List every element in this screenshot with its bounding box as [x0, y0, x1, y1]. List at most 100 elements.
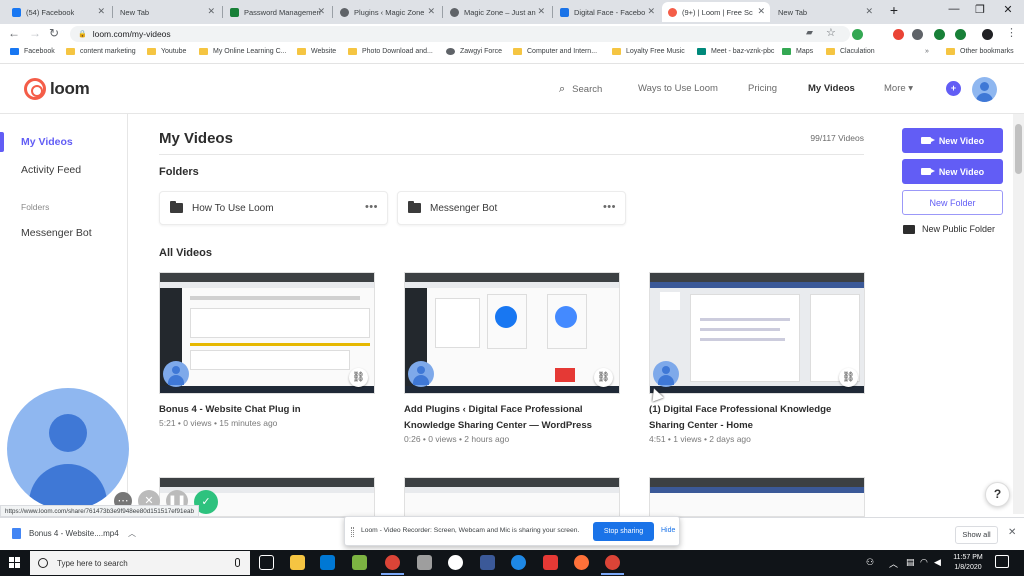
close-icon[interactable]: ✕: [537, 6, 545, 17]
chrome-icon[interactable]: [601, 555, 624, 575]
more-options-icon[interactable]: •••: [603, 201, 616, 213]
minimize-icon[interactable]: —: [944, 3, 964, 15]
nav-my-videos[interactable]: My Videos: [808, 83, 855, 94]
new-tab-plus-icon[interactable]: +: [884, 2, 904, 18]
download-item[interactable]: Bonus 4 - Website....mp4: [12, 528, 119, 539]
close-icon[interactable]: ✕: [1008, 527, 1016, 538]
store-icon[interactable]: [320, 555, 335, 570]
webcam-bubble[interactable]: [7, 388, 129, 510]
tab-new-tab[interactable]: New Tab ✕: [114, 2, 220, 22]
volume-icon[interactable]: ◀: [934, 557, 941, 568]
nav-more[interactable]: More ▾: [884, 83, 913, 94]
tray-chevron-icon[interactable]: ︿: [889, 557, 898, 570]
bookmark-photo-download[interactable]: Photo Download and...: [348, 48, 433, 55]
folder-card-messenger-bot[interactable]: Messenger Bot •••: [397, 191, 626, 225]
close-icon[interactable]: ✕: [865, 6, 873, 17]
bookmark-online-learning[interactable]: My Online Learning C...: [199, 48, 287, 55]
microphone-icon[interactable]: [235, 558, 240, 567]
extension-icon[interactable]: [912, 29, 923, 40]
video-thumbnail[interactable]: [649, 477, 865, 517]
people-icon[interactable]: ⚇: [866, 557, 874, 568]
profile-avatar-icon[interactable]: [982, 29, 993, 40]
sidebar-item-activity-feed[interactable]: Activity Feed: [21, 164, 81, 176]
bookmarks-overflow-icon[interactable]: »: [925, 48, 929, 55]
camera-icon[interactable]: ▰: [806, 27, 813, 38]
new-video-button[interactable]: New Video: [902, 128, 1003, 153]
help-button[interactable]: ?: [985, 482, 1010, 507]
tab-new-tab-2[interactable]: New Tab ✕: [772, 2, 878, 22]
copy-link-icon[interactable]: ⛓: [594, 368, 613, 387]
extension-icon[interactable]: [893, 29, 904, 40]
bookmark-website[interactable]: Website: [297, 48, 336, 55]
file-explorer-icon[interactable]: [290, 555, 305, 570]
bookmark-zawgyi[interactable]: Zawgyi Force: [446, 48, 502, 55]
bookmark-music[interactable]: Loyalty Free Music: [612, 48, 685, 55]
loom-logo[interactable]: loom: [24, 78, 90, 100]
video-thumbnail[interactable]: ⛓: [404, 272, 620, 394]
show-all-button[interactable]: Show all: [955, 526, 998, 544]
video-title[interactable]: Bonus 4 - Website Chat Plug in: [159, 402, 389, 418]
upgrade-plus-icon[interactable]: +: [946, 81, 961, 96]
bookmark-claculation[interactable]: Claculation: [826, 48, 875, 55]
bookmark-youtube[interactable]: Youtube: [147, 48, 186, 55]
user-avatar[interactable]: [972, 77, 997, 102]
tab-loom[interactable]: (9+) | Loom | Free Sc ✕: [662, 2, 770, 22]
hide-button[interactable]: Hide: [661, 527, 675, 534]
wifi-icon[interactable]: ◠: [920, 557, 928, 568]
extension-icon[interactable]: [852, 29, 863, 40]
tab-magic-zone[interactable]: Magic Zone – Just an ✕: [444, 2, 550, 22]
notification-icon[interactable]: [995, 555, 1009, 568]
new-video-button-2[interactable]: New Video: [902, 159, 1003, 184]
nav-pricing[interactable]: Pricing: [748, 83, 777, 94]
forward-icon[interactable]: →: [29, 26, 41, 40]
bookmark-meet[interactable]: Meet - baz-vznk-pbc: [697, 48, 774, 55]
sidebar-item-my-videos[interactable]: My Videos: [21, 136, 73, 148]
app-icon[interactable]: [417, 555, 432, 570]
app-icon[interactable]: [448, 555, 463, 570]
app-icon[interactable]: [511, 555, 526, 570]
close-icon[interactable]: ✕: [647, 6, 655, 17]
video-thumbnail[interactable]: ⛓: [649, 272, 865, 394]
task-view-icon[interactable]: [259, 555, 274, 570]
close-icon[interactable]: ✕: [427, 6, 435, 17]
app-icon[interactable]: [352, 555, 367, 570]
extension-icon[interactable]: [955, 29, 966, 40]
maximize-icon[interactable]: ❐: [970, 3, 990, 16]
menu-kebab-icon[interactable]: ⋮: [1006, 26, 1017, 39]
bookmark-computer[interactable]: Computer and Intern...: [513, 48, 597, 55]
video-title[interactable]: Add Plugins ‹ Digital Face Professional …: [404, 402, 634, 434]
bookmark-content-marketing[interactable]: content marketing: [66, 48, 136, 55]
back-icon[interactable]: ←: [8, 26, 20, 40]
tab-facebook[interactable]: (54) Facebook ✕: [6, 2, 110, 22]
stop-sharing-button[interactable]: Stop sharing: [593, 522, 654, 541]
close-icon[interactable]: ✕: [757, 6, 765, 17]
close-icon[interactable]: ✕: [317, 6, 325, 17]
sidebar-item-messenger-bot[interactable]: Messenger Bot: [21, 227, 92, 239]
search-link[interactable]: ⌕ Search: [559, 83, 602, 96]
folder-card-how-to-use-loom[interactable]: How To Use Loom •••: [159, 191, 388, 225]
scrollbar-thumb[interactable]: [1015, 124, 1022, 174]
copy-link-icon[interactable]: ⛓: [349, 368, 368, 387]
app-icon[interactable]: [543, 555, 558, 570]
taskbar-search-box[interactable]: Type here to search: [30, 551, 250, 575]
video-card[interactable]: ⛓ Bonus 4 - Website Chat Plug in 5:21 • …: [159, 272, 375, 432]
video-title[interactable]: (1) Digital Face Professional Knowledge …: [649, 402, 859, 434]
video-thumbnail[interactable]: ⛓: [159, 272, 375, 394]
window-close-icon[interactable]: ✕: [998, 3, 1018, 16]
windows-start-icon[interactable]: [9, 557, 21, 569]
chevron-up-icon[interactable]: ︿: [128, 528, 136, 539]
video-thumbnail[interactable]: [404, 477, 620, 517]
video-card[interactable]: ⛓ Add Plugins ‹ Digital Face Professiona…: [404, 272, 620, 447]
bookmark-facebook[interactable]: Facebook: [10, 48, 55, 55]
firefox-icon[interactable]: [574, 555, 589, 570]
extension-icon[interactable]: [934, 29, 945, 40]
copy-link-icon[interactable]: ⛓: [839, 368, 858, 387]
video-card[interactable]: ⛓ (1) Digital Face Professional Knowledg…: [649, 272, 865, 447]
new-folder-button[interactable]: New Folder: [902, 190, 1003, 215]
reload-icon[interactable]: ↻: [49, 26, 59, 40]
app-icon[interactable]: [480, 555, 495, 570]
more-options-icon[interactable]: •••: [365, 201, 378, 213]
network-icon[interactable]: ▤: [906, 557, 915, 568]
address-bar[interactable]: 🔒 loom.com/my-videos: [70, 26, 850, 42]
system-clock[interactable]: 11:57 PM 1/8/2020: [946, 553, 990, 573]
